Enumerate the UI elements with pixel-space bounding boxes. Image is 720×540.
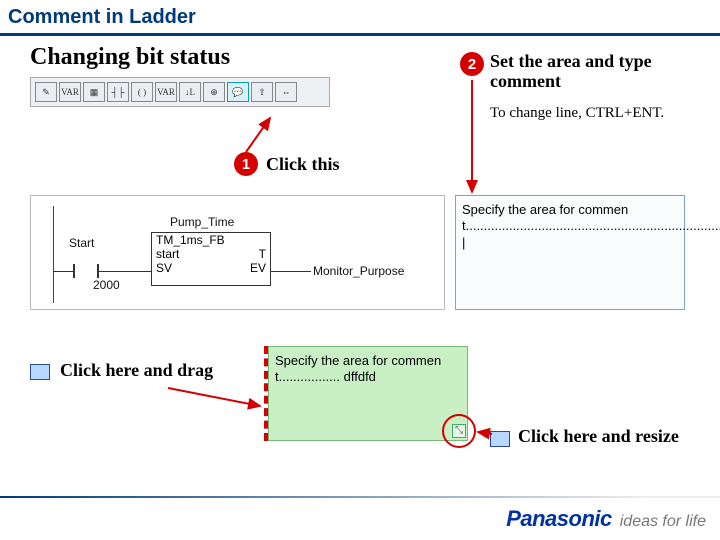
fb-row-l: SV bbox=[156, 261, 172, 275]
var-icon[interactable]: VAR bbox=[59, 82, 81, 102]
drag-label: Click here and drag bbox=[60, 360, 213, 381]
step-1-badge: 1 bbox=[234, 152, 258, 176]
l-icon[interactable]: ↓L bbox=[179, 82, 201, 102]
comment-input-area[interactable]: Specify the area for comment............… bbox=[455, 195, 685, 310]
ladder-wire bbox=[99, 271, 151, 272]
comment-result-box[interactable]: Specify the area for comment............… bbox=[268, 346, 468, 441]
resize-label: Click here and resize bbox=[518, 426, 679, 447]
resize-instruction: Click here and resize bbox=[490, 426, 679, 447]
fb-row-r: EV bbox=[250, 261, 266, 275]
step-1-callout: 1 Click this bbox=[234, 152, 340, 176]
ladder-rail bbox=[53, 206, 54, 303]
edit-icon[interactable]: ✎ bbox=[35, 82, 57, 102]
contact-addr: 2000 bbox=[93, 278, 120, 292]
up-icon[interactable]: ⇧ bbox=[251, 82, 273, 102]
brand-tagline: ideas for life bbox=[620, 513, 706, 531]
slide-title: Comment in Ladder bbox=[8, 6, 196, 28]
slide-header: Comment in Ladder bbox=[0, 0, 720, 36]
ladder-contact[interactable] bbox=[73, 264, 99, 278]
fb-icon[interactable]: ▦ bbox=[83, 82, 105, 102]
brand-name: Panasonic bbox=[506, 506, 612, 532]
step-2-label: Set the area and type comment bbox=[490, 52, 720, 92]
coil-icon[interactable]: ( ) bbox=[131, 82, 153, 102]
drag-handle-icon bbox=[30, 364, 50, 380]
footer-rule bbox=[0, 496, 720, 498]
step-2-badge: 2 bbox=[460, 52, 484, 76]
fb-row-r: T bbox=[259, 247, 266, 261]
var2-icon[interactable]: VAR bbox=[155, 82, 177, 102]
fb-title: Pump_Time bbox=[170, 215, 234, 229]
swap-icon[interactable]: ⇔ bbox=[275, 82, 297, 102]
contact-label: Start bbox=[69, 236, 94, 250]
step-2-callout: 2 Set the area and type comment bbox=[460, 52, 720, 92]
fb-row-l: start bbox=[156, 247, 179, 261]
editor-toolbar: ✎VAR▦┤├( )VAR↓L⊕💬⇧⇔ bbox=[30, 77, 330, 107]
output-label: Monitor_Purpose bbox=[313, 264, 404, 278]
ladder-wire bbox=[53, 271, 73, 272]
step-2-note: To change line, CTRL+ENT. bbox=[490, 105, 664, 122]
resize-handle-icon bbox=[490, 431, 510, 447]
comment-icon[interactable]: 💬 bbox=[227, 82, 249, 102]
drag-instruction: Click here and drag bbox=[30, 360, 213, 381]
ladder-fb-block[interactable]: Pump_Time TM_1ms_FB startT SVEV bbox=[151, 232, 271, 286]
drag-edge-indicator bbox=[264, 346, 268, 441]
fb-row-l: TM_1ms_FB bbox=[156, 233, 225, 247]
brand-footer: Panasonic ideas for life bbox=[506, 506, 706, 532]
contact-icon[interactable]: ┤├ bbox=[107, 82, 129, 102]
ladder-wire bbox=[271, 271, 311, 272]
step-1-label: Click this bbox=[266, 154, 340, 175]
plus-icon[interactable]: ⊕ bbox=[203, 82, 225, 102]
ladder-diagram: Start 2000 Pump_Time TM_1ms_FB start T SV… bbox=[30, 195, 445, 310]
resize-highlight-circle bbox=[442, 414, 476, 448]
